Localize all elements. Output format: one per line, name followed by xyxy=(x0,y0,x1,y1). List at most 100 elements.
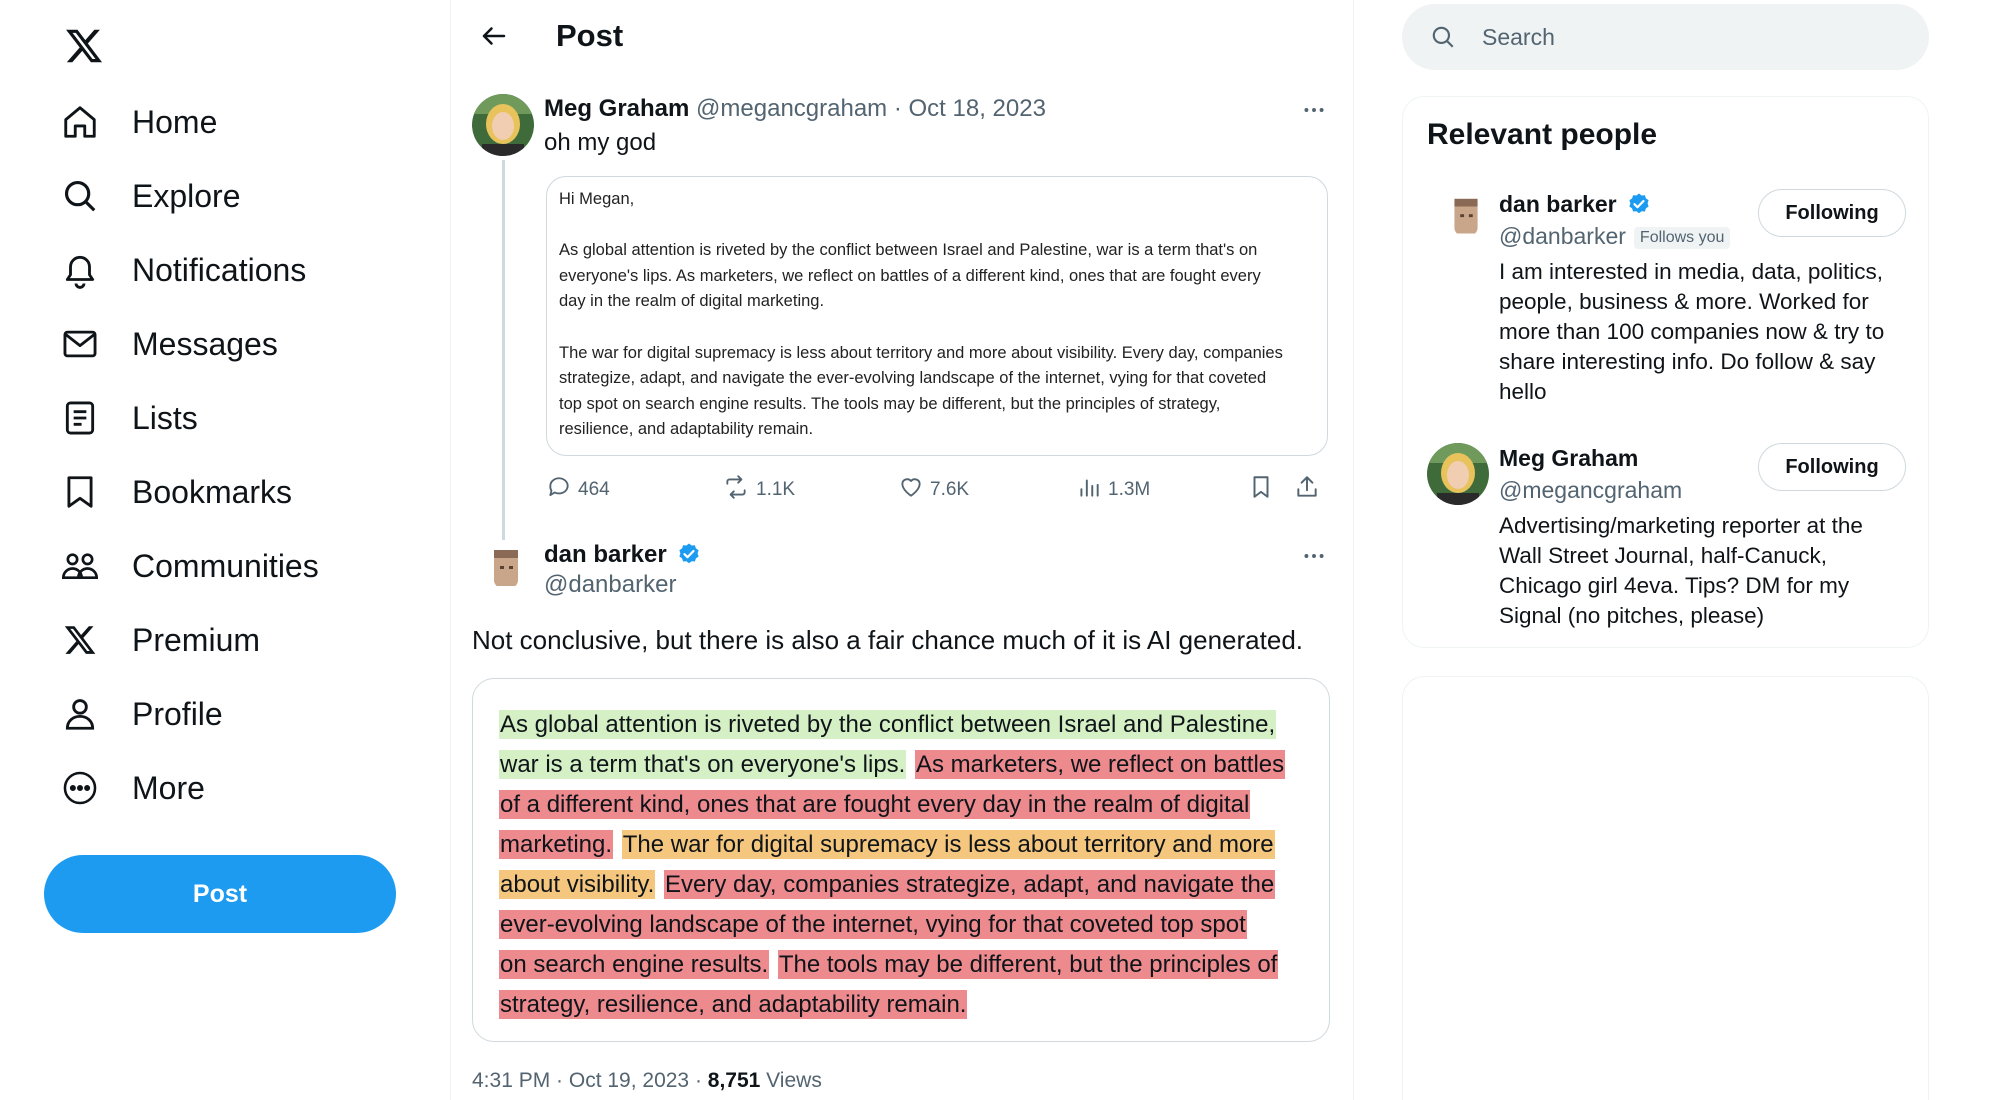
tweet-text: oh my god xyxy=(544,129,657,156)
avatar-meg-graham[interactable] xyxy=(1427,443,1489,505)
author-handle[interactable]: @megancgraham xyxy=(696,95,887,122)
highlight-segment-orange: about visibility. xyxy=(499,870,656,899)
email-line: The war for digital supremacy is less ab… xyxy=(559,343,1283,362)
highlight-segment-green: As global attention is riveted by the co… xyxy=(499,710,1277,739)
share-icon xyxy=(1294,474,1320,506)
separator-dot: · xyxy=(893,95,902,122)
page-title: Post xyxy=(556,18,624,53)
more-options-icon[interactable] xyxy=(1294,90,1334,130)
highlighted-analysis-image[interactable]: As global attention is riveted by the co… xyxy=(472,678,1330,1042)
highlighted-line: of a different kind, ones that are fough… xyxy=(499,785,1305,825)
reply-icon xyxy=(546,474,572,506)
highlight-segment-red: of a different kind, ones that are fough… xyxy=(499,790,1251,819)
tweet-view-count: 8,751 xyxy=(707,1069,761,1092)
email-screenshot-image[interactable]: Hi Megan, As global attention is riveted… xyxy=(546,176,1328,456)
reply-button[interactable]: 464 xyxy=(546,470,610,510)
views-button[interactable]: 1.3M xyxy=(1076,470,1150,510)
highlight-segment-red: Every day, companies strategize, adapt, … xyxy=(663,870,1276,899)
verified-badge-icon xyxy=(679,543,699,564)
home-icon xyxy=(58,100,102,144)
nav-premium[interactable]: Premium xyxy=(58,610,260,670)
person-handle-row: @danbarker Follows you xyxy=(1499,221,1731,251)
avatar-dan-barker[interactable] xyxy=(478,544,534,600)
nav-communities[interactable]: Communities xyxy=(58,536,319,596)
like-count: 7.6K xyxy=(930,479,970,500)
highlighted-line: war is a term that's on everyone's lips.… xyxy=(499,745,1305,785)
back-arrow-icon[interactable] xyxy=(474,16,514,56)
nav-more[interactable]: More xyxy=(58,758,205,818)
nav-lists-label: Lists xyxy=(132,399,198,436)
author-handle[interactable]: @danbarker xyxy=(544,571,676,598)
nav-notifications[interactable]: Notifications xyxy=(58,240,306,300)
search-box[interactable] xyxy=(1402,4,1929,70)
avatar-meg-graham[interactable] xyxy=(472,94,534,156)
following-button[interactable]: Following xyxy=(1758,189,1906,237)
post-button[interactable]: Post xyxy=(44,855,396,933)
highlight-segment-none xyxy=(906,750,915,779)
relevant-people-title: Relevant people xyxy=(1427,118,1658,151)
nav-messages-label: Messages xyxy=(132,325,278,362)
bookmark-icon xyxy=(58,470,102,514)
left-nav: Home Explore Notifications Messages List… xyxy=(0,0,450,1100)
nav-bookmarks[interactable]: Bookmarks xyxy=(58,462,292,522)
highlight-segment-red: strategy, resilience, and adaptability r… xyxy=(499,990,968,1019)
highlighted-line: As global attention is riveted by the co… xyxy=(499,705,1305,745)
nav-home-label: Home xyxy=(132,103,218,140)
highlighted-line: marketing. The war for digital supremacy… xyxy=(499,825,1305,865)
following-button[interactable]: Following xyxy=(1758,443,1906,491)
relevant-people-panel: Relevant people dan barker @danbarker Fol… xyxy=(1402,96,1929,648)
avatar-dan-barker[interactable] xyxy=(1439,193,1493,247)
tweet-actions: 464 1.1K 7.6K 1.3M xyxy=(540,470,1334,510)
tweet-time[interactable]: 4:31 PM · Oct 19, 2023 · xyxy=(472,1069,708,1092)
highlight-segment-red: ever-evolving landscape of the internet,… xyxy=(499,910,1247,939)
reply-handle-row: @danbarker xyxy=(544,570,676,600)
nav-lists[interactable]: Lists xyxy=(58,388,198,448)
nav-profile[interactable]: Profile xyxy=(58,684,223,744)
tweet-timestamp: 4:31 PM · Oct 19, 2023 · 8,751 Views xyxy=(472,1066,822,1096)
tweet-date[interactable]: Oct 18, 2023 xyxy=(909,95,1046,122)
nav-explore[interactable]: Explore xyxy=(58,166,241,226)
search-icon xyxy=(1428,22,1458,52)
email-line: top spot on search engine results. The t… xyxy=(559,394,1221,413)
communities-icon xyxy=(58,544,102,588)
person-handle[interactable]: @megancgraham xyxy=(1499,475,1682,505)
nav-home[interactable]: Home xyxy=(58,92,217,152)
bookmark-button[interactable] xyxy=(1248,470,1274,510)
reply-count: 464 xyxy=(578,479,610,500)
repost-button[interactable]: 1.1K xyxy=(722,470,795,510)
highlight-segment-red: The tools may be different, but the prin… xyxy=(777,950,1279,979)
more-options-icon[interactable] xyxy=(1294,536,1334,576)
highlight-segment-red: marketing. xyxy=(499,830,614,859)
email-line: strategize, adapt, and navigate the ever… xyxy=(559,369,1267,388)
email-line: everyone's lips. As marketers, we reflec… xyxy=(559,266,1261,285)
bookmark-icon xyxy=(1248,474,1274,506)
x-logo-icon xyxy=(58,618,102,662)
sidebar-lower-box xyxy=(1402,676,1929,1100)
nav-more-label: More xyxy=(132,769,205,806)
author-name[interactable]: dan barker xyxy=(544,541,667,568)
x-logo-icon[interactable] xyxy=(56,18,112,74)
email-greeting: Hi Megan, xyxy=(559,190,635,208)
highlight-segment-none xyxy=(655,870,664,899)
tweet-views-label: Views xyxy=(760,1069,822,1092)
like-button[interactable]: 7.6K xyxy=(898,470,969,510)
highlighted-line: about visibility. Every day, companies s… xyxy=(499,865,1305,905)
share-button[interactable] xyxy=(1294,470,1320,510)
person-name[interactable]: Meg Graham xyxy=(1499,443,1638,473)
repost-count: 1.1K xyxy=(756,479,796,500)
email-line: day in the realm of digital marketing. xyxy=(559,292,825,311)
author-name[interactable]: Meg Graham xyxy=(544,95,689,122)
person-handle[interactable]: @danbarker xyxy=(1499,223,1626,249)
search-input[interactable] xyxy=(1482,23,1882,51)
nav-notifications-label: Notifications xyxy=(132,251,307,288)
nav-messages[interactable]: Messages xyxy=(58,314,278,374)
highlight-segment-orange: The war for digital supremacy is less ab… xyxy=(621,830,1275,859)
email-line: As global attention is riveted by the co… xyxy=(559,241,1258,260)
person-name[interactable]: dan barker xyxy=(1499,189,1651,219)
reply-tweet-header: dan barker xyxy=(544,540,701,570)
reply-tweet-text: Not conclusive, but there is also a fair… xyxy=(472,625,1303,655)
highlight-segment-red: As marketers, we reflect on battles xyxy=(915,750,1286,779)
person-bio: Advertising/marketing reporter at the Wa… xyxy=(1499,513,1863,628)
highlighted-line: ever-evolving landscape of the internet,… xyxy=(499,905,1305,945)
highlighted-line: on search engine results. The tools may … xyxy=(499,945,1305,985)
